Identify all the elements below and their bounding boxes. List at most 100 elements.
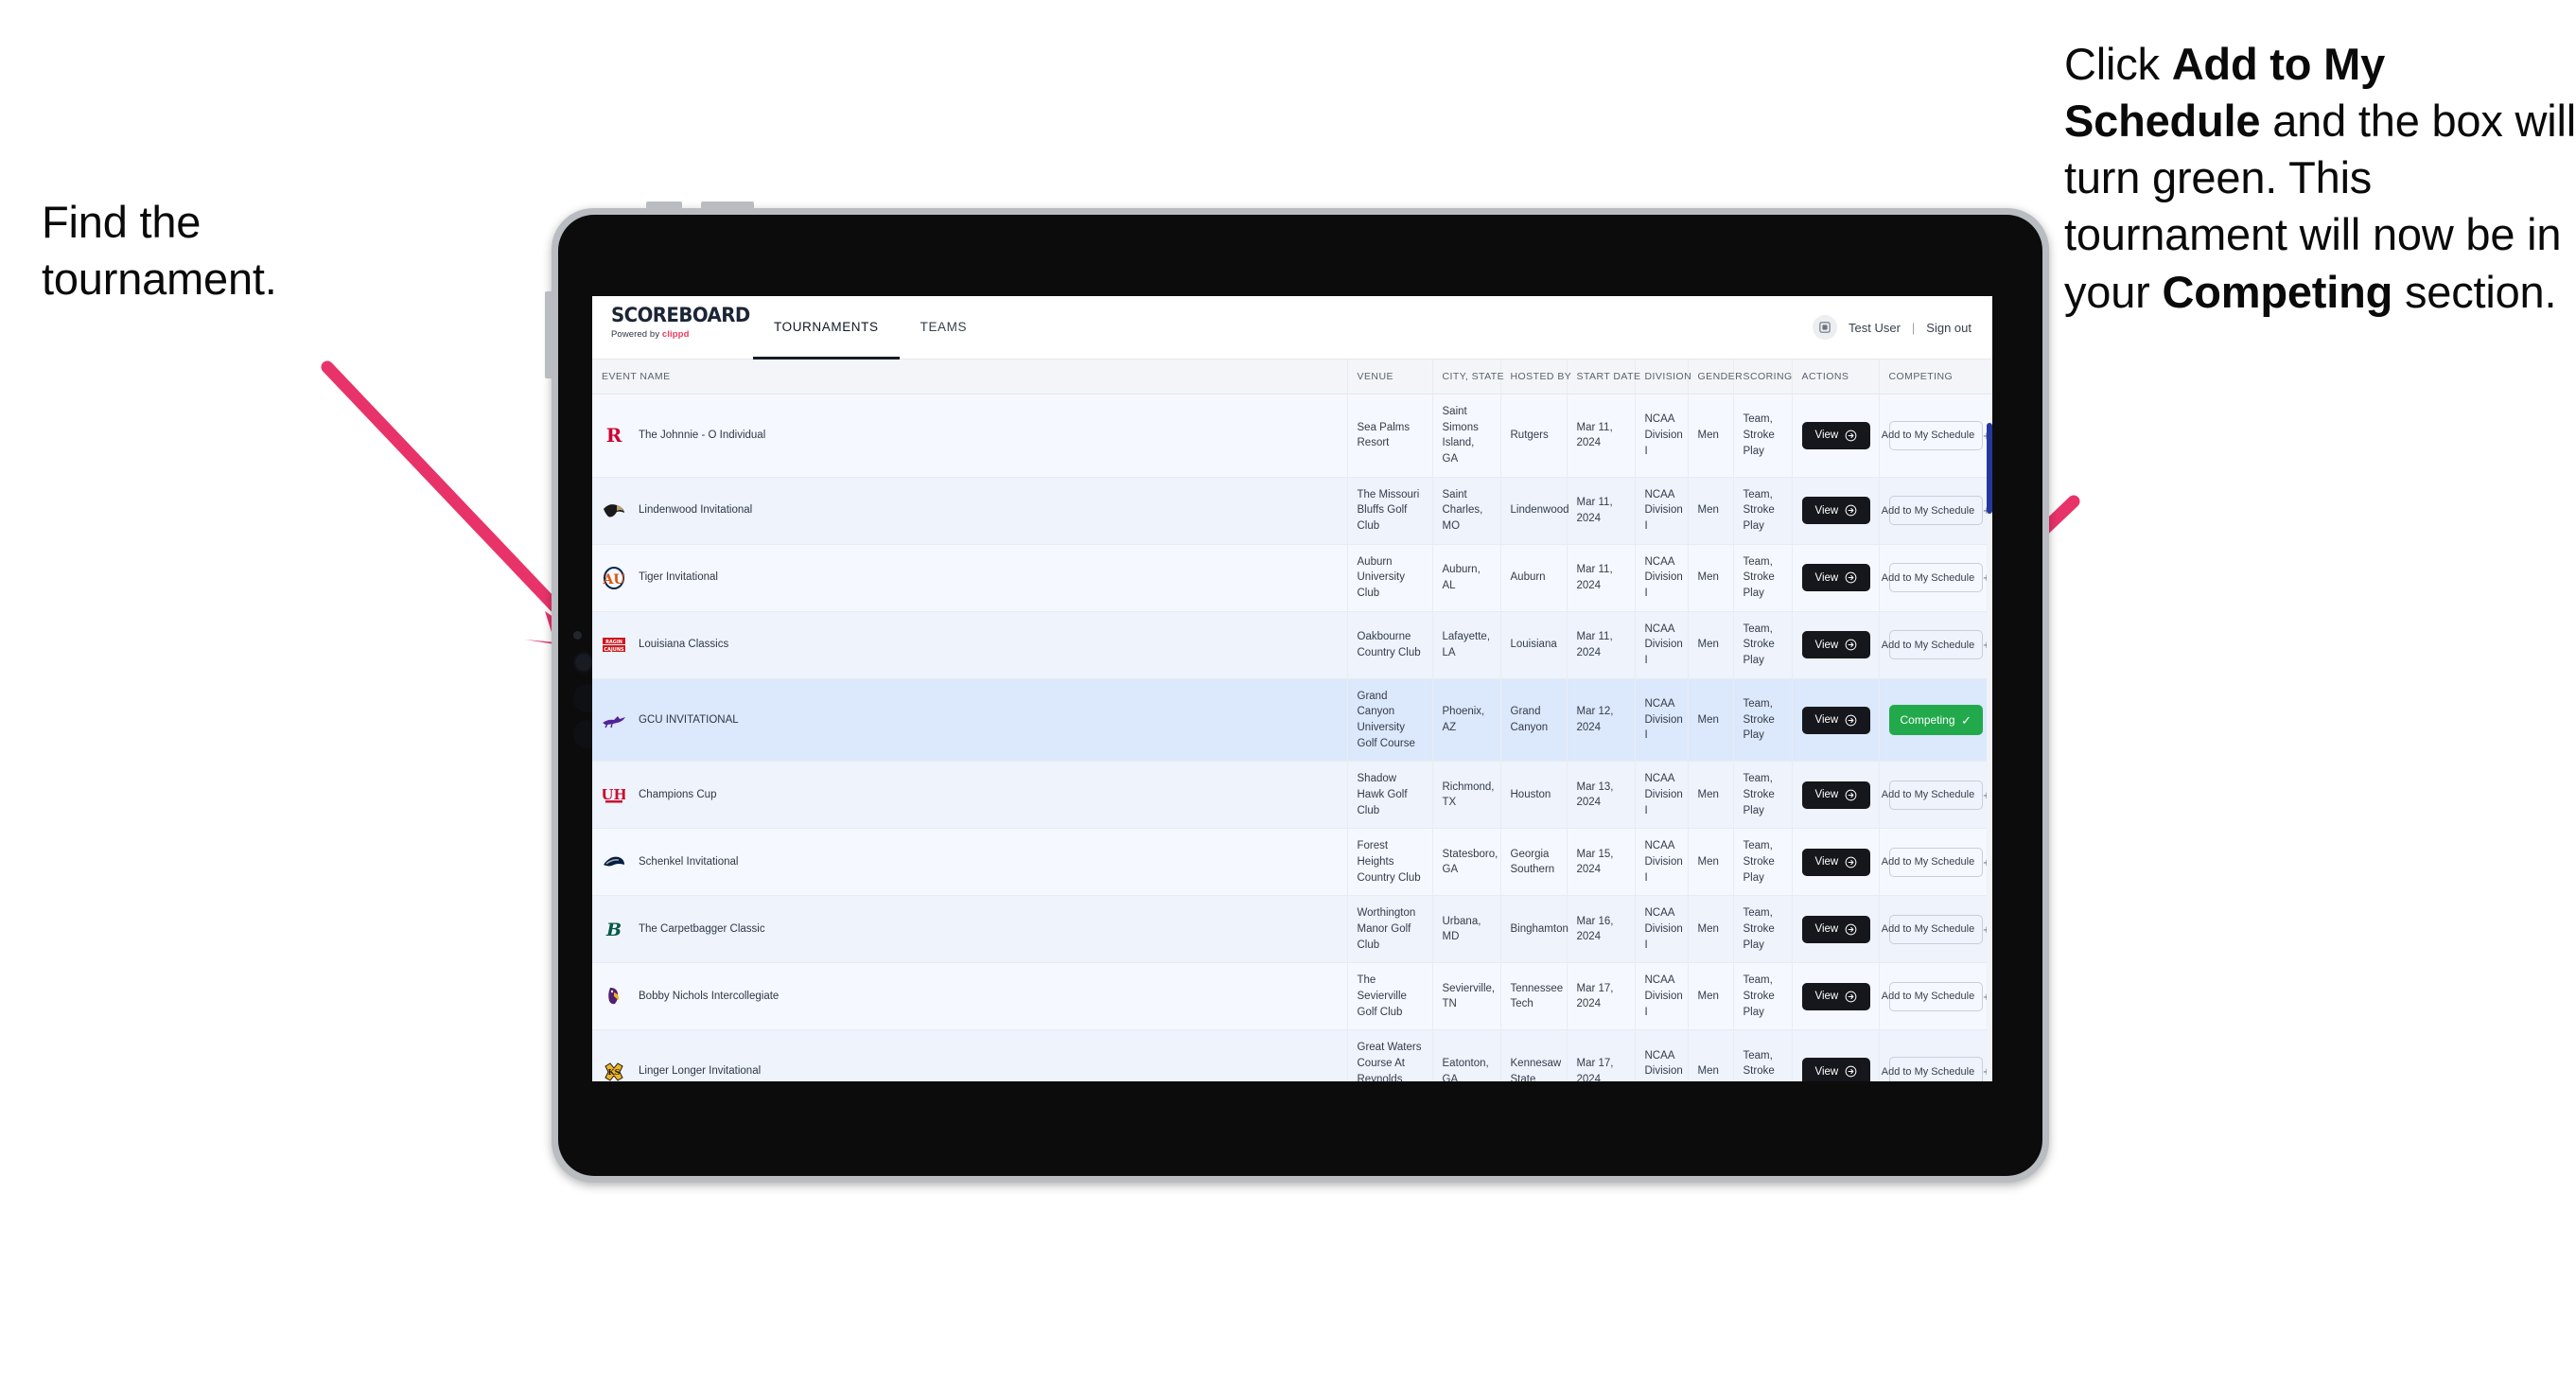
svg-text:CAJUNS: CAJUNS xyxy=(604,647,624,653)
view-button-label: View xyxy=(1814,856,1839,868)
tutorial-screenshot: Find the tournament. Click Add to My Sch… xyxy=(0,0,2576,1386)
event-name-label: Linger Longer Invitational xyxy=(639,1065,762,1078)
grand-canyon-lope-logo xyxy=(602,708,626,732)
view-button[interactable]: View xyxy=(1801,982,1871,1010)
add-to-my-schedule-button[interactable]: Add to My Schedule+ xyxy=(1882,563,1990,593)
cell-scoring: Team, Stroke Play xyxy=(1733,477,1793,545)
view-button[interactable]: View xyxy=(1801,631,1871,659)
cell-scoring: Team, Stroke Play xyxy=(1733,394,1793,478)
table-row[interactable]: Bobby Nichols Intercollegiate The Sevierv… xyxy=(592,962,1992,1031)
annotation-right-seg3: section. xyxy=(2392,266,2557,317)
power-button[interactable] xyxy=(545,291,552,378)
cell-event-name: GCU INVITATIONAL xyxy=(592,678,1348,763)
cell-scoring: Team, Stroke Play xyxy=(1733,1029,1793,1081)
cell-city-state: Statesboro, GA xyxy=(1432,828,1501,897)
add-to-my-schedule-label: Add to My Schedule xyxy=(1881,991,1975,1003)
table-body: R The Johnnie - O Individual Sea Palms Res… xyxy=(592,394,1992,1081)
user-avatar-icon[interactable] xyxy=(1813,315,1837,340)
column-header-venue[interactable]: VENUE xyxy=(1347,360,1433,395)
table-row[interactable]: GCU INVITATIONAL Grand Canyon University … xyxy=(592,678,1992,763)
volume-up-button[interactable] xyxy=(646,202,682,209)
svg-text:R: R xyxy=(606,424,622,447)
arrow-circle-right-icon xyxy=(1845,923,1857,936)
cell-hosted-by: Auburn xyxy=(1500,544,1568,612)
volume-down-button[interactable] xyxy=(701,202,754,209)
add-to-my-schedule-button[interactable]: Add to My Schedule+ xyxy=(1882,630,1990,660)
view-button[interactable]: View xyxy=(1801,781,1871,809)
add-to-my-schedule-button[interactable]: Add to My Schedule+ xyxy=(1882,914,1990,944)
cell-division: NCAA Division I xyxy=(1635,962,1689,1031)
table-row[interactable]: Schenkel Invitational Forest Heights Coun… xyxy=(592,828,1992,897)
column-header-competing[interactable]: COMPETING xyxy=(1879,360,1992,395)
cell-competing: Add to My Schedule+ xyxy=(1879,895,1992,964)
cell-event-name: Bobby Nichols Intercollegiate xyxy=(592,962,1348,1031)
cell-hosted-by: Tennessee Tech xyxy=(1500,962,1568,1031)
brand-logo[interactable]: SCOREBOARD Powered by clippd xyxy=(592,296,753,359)
lindenwood-lion-logo xyxy=(602,499,626,523)
binghamton-b-logo: B xyxy=(602,917,626,941)
add-to-my-schedule-button[interactable]: Add to My Schedule+ xyxy=(1882,847,1990,877)
add-to-my-schedule-label: Add to My Schedule xyxy=(1881,1065,1975,1078)
table-row[interactable]: UH Champions Cup Shadow Hawk Golf Club Rich… xyxy=(592,761,1992,830)
tournaments-table-container[interactable]: EVENT NAME VENUE CITY, STATE HOSTED BY START… xyxy=(592,360,1992,1081)
cell-city-state: Sevierville, TN xyxy=(1432,962,1501,1031)
add-to-my-schedule-button[interactable]: Add to My Schedule+ xyxy=(1882,420,1990,450)
view-button[interactable]: View xyxy=(1801,848,1871,876)
cell-gender: Men xyxy=(1688,828,1734,897)
sign-out-link[interactable]: Sign out xyxy=(1926,321,1971,335)
top-navigation-bar: SCOREBOARD Powered by clippd TOURNAMENTS… xyxy=(592,296,1992,360)
nav-separator: | xyxy=(1911,320,1916,335)
cell-event-name: RAGIN CAJUNS Louisiana Classics xyxy=(592,611,1348,679)
add-to-my-schedule-button[interactable]: Add to My Schedule+ xyxy=(1882,496,1990,526)
powered-prefix: Powered by xyxy=(611,329,662,340)
column-header-city-state[interactable]: CITY, STATE xyxy=(1432,360,1504,395)
cell-competing: Add to My Schedule+ xyxy=(1879,962,1992,1031)
cell-start-date: Mar 16, 2024 xyxy=(1567,895,1636,964)
view-button[interactable]: View xyxy=(1801,421,1871,449)
view-button-label: View xyxy=(1814,639,1839,651)
cell-venue: Auburn University Club xyxy=(1347,544,1433,612)
cell-venue: The Missouri Bluffs Golf Club xyxy=(1347,477,1433,545)
vertical-scrollbar-track[interactable] xyxy=(1987,423,1992,1081)
cell-competing: Add to My Schedule+ xyxy=(1879,828,1992,897)
svg-text:AU: AU xyxy=(603,572,625,588)
tab-tournaments[interactable]: TOURNAMENTS xyxy=(753,296,900,360)
competing-badge-button[interactable]: Competing ✓ xyxy=(1888,705,1983,736)
view-button[interactable]: View xyxy=(1801,497,1871,525)
view-button-label: View xyxy=(1814,991,1839,1003)
table-row[interactable]: Lindenwood Invitational The Missouri Bluf… xyxy=(592,477,1992,545)
table-row[interactable]: KS Linger Longer Invitational Great Waters… xyxy=(592,1029,1992,1081)
add-to-my-schedule-button[interactable]: Add to My Schedule+ xyxy=(1882,780,1990,810)
svg-text:RAGIN: RAGIN xyxy=(605,640,622,645)
tab-teams[interactable]: TEAMS xyxy=(900,296,989,360)
camera-lens-small-icon xyxy=(573,652,594,673)
cell-division: NCAA Division I xyxy=(1635,477,1689,545)
view-button[interactable]: View xyxy=(1801,564,1871,592)
table-row[interactable]: B The Carpetbagger Classic Worthington Man… xyxy=(592,895,1992,964)
column-header-actions[interactable]: ACTIONS xyxy=(1792,360,1880,395)
column-header-gender[interactable]: GENDER xyxy=(1688,360,1743,395)
add-to-my-schedule-button[interactable]: Add to My Schedule+ xyxy=(1882,981,1990,1011)
view-button[interactable]: View xyxy=(1801,1058,1871,1081)
clippd-name: clippd xyxy=(661,329,690,340)
column-header-division[interactable]: DIVISION xyxy=(1635,360,1691,395)
column-header-start-date[interactable]: START DATE xyxy=(1567,360,1640,395)
cell-city-state: Urbana, MD xyxy=(1432,895,1501,964)
view-button-label: View xyxy=(1814,714,1839,727)
table-row[interactable]: AU Tiger Invitational Auburn University Cl… xyxy=(592,544,1992,612)
add-to-my-schedule-button[interactable]: Add to My Schedule+ xyxy=(1882,1057,1990,1081)
cell-gender: Men xyxy=(1688,1029,1734,1081)
column-header-hosted-by[interactable]: HOSTED BY xyxy=(1500,360,1571,395)
table-header-row: EVENT NAME VENUE CITY, STATE HOSTED BY START… xyxy=(592,360,1992,395)
arrow-circle-right-icon xyxy=(1845,789,1857,801)
table-row[interactable]: R The Johnnie - O Individual Sea Palms Res… xyxy=(592,394,1992,478)
view-button[interactable]: View xyxy=(1801,915,1871,943)
ragin-cajuns-logo: RAGIN CAJUNS xyxy=(602,633,626,658)
column-header-event-name[interactable]: EVENT NAME xyxy=(592,360,1348,395)
view-button-label: View xyxy=(1814,504,1839,517)
view-button-label: View xyxy=(1814,923,1839,936)
table-row[interactable]: RAGIN CAJUNS Louisiana Classics Oakbourne C… xyxy=(592,611,1992,679)
view-button[interactable]: View xyxy=(1801,706,1871,734)
vertical-scrollbar-thumb[interactable] xyxy=(1987,423,1992,514)
cell-competing: Add to My Schedule+ xyxy=(1879,394,1992,478)
